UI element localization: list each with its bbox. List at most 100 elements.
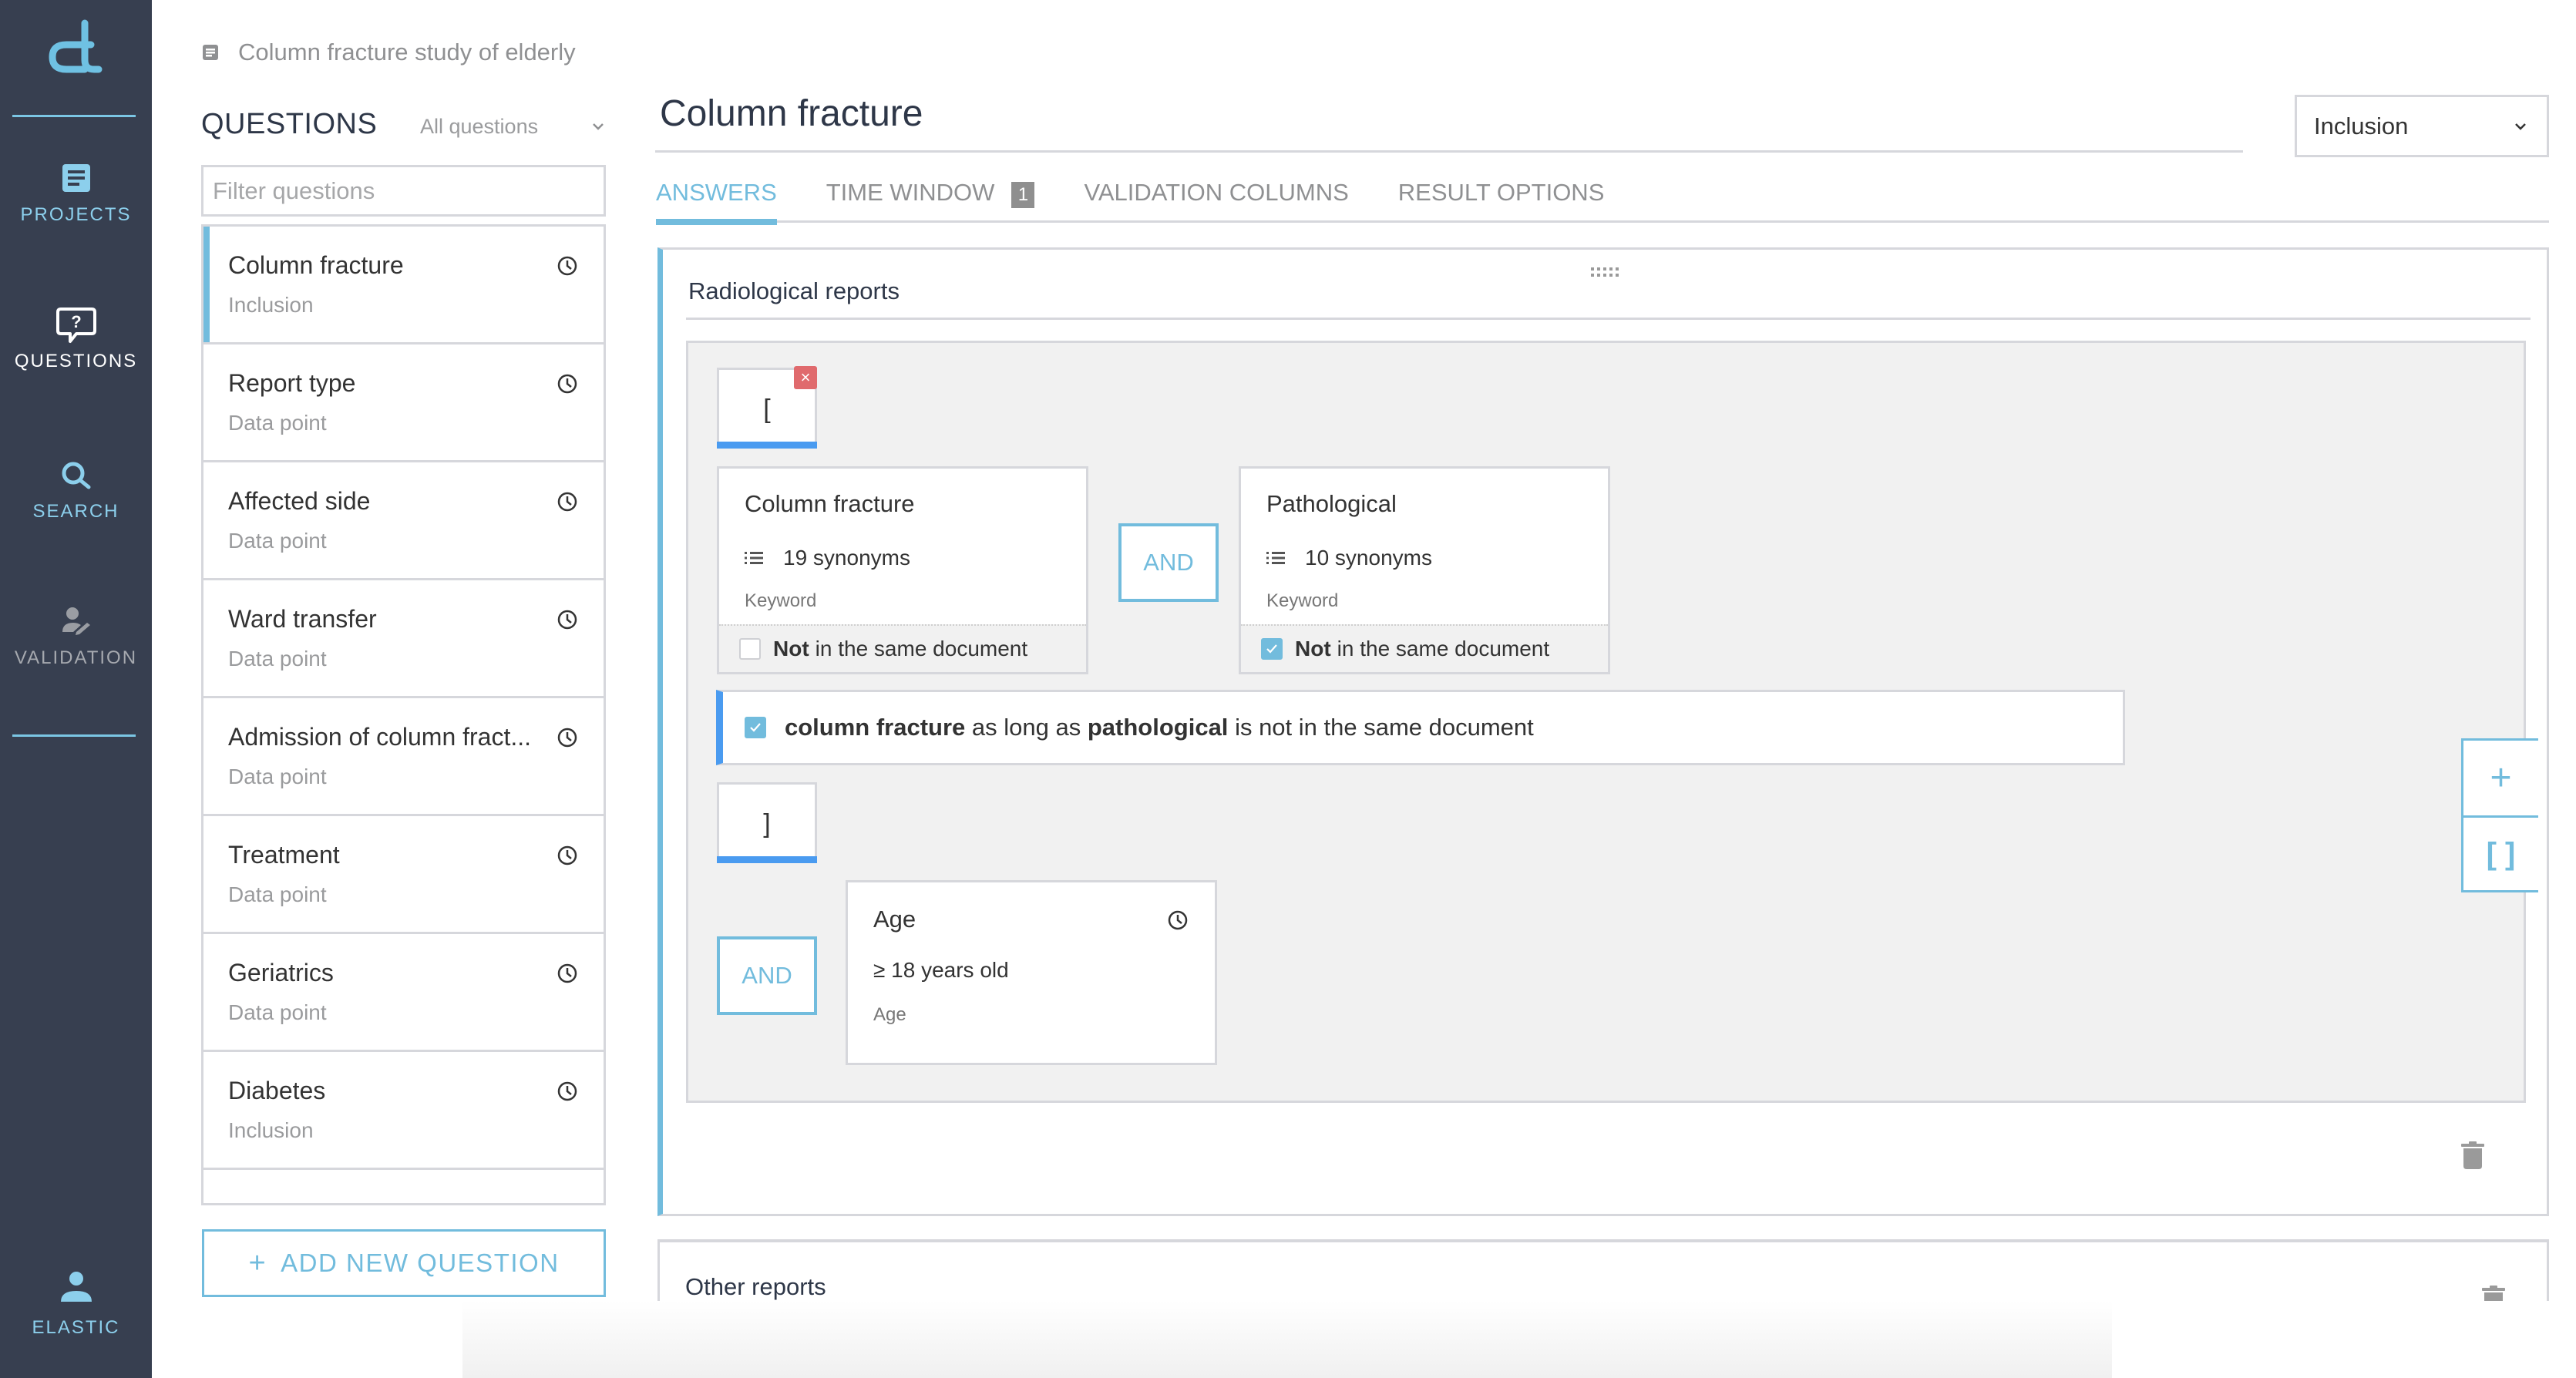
keyword-card[interactable]: Pathological 10 synonyms Keyword Not in … bbox=[1239, 466, 1610, 674]
question-type-value: Inclusion bbox=[2314, 112, 2409, 139]
bottom-fade bbox=[2112, 1301, 2576, 1378]
question-type: Data point bbox=[228, 647, 327, 671]
sidebar-item-label: PROJECTS bbox=[20, 204, 132, 225]
add-new-question-button[interactable]: + ADD NEW QUESTION bbox=[202, 1229, 606, 1297]
question-name: Diabetes bbox=[228, 1077, 326, 1104]
sidebar-user[interactable]: ELASTIC bbox=[0, 1268, 152, 1339]
tab-label: RESULT OPTIONS bbox=[1397, 179, 1605, 206]
search-icon bbox=[62, 462, 90, 489]
sidebar: PROJECTS ? QUESTIONS SEARCH VALIDATION E… bbox=[0, 0, 152, 1378]
not-label: Not bbox=[773, 637, 809, 660]
keyword-type: Keyword bbox=[1266, 590, 1339, 611]
user-label: ELASTIC bbox=[32, 1317, 120, 1338]
answer-card: Radiological reports [ × Column fracture… bbox=[657, 247, 2549, 1216]
clock-icon[interactable] bbox=[556, 608, 579, 631]
question-item[interactable]: Report type Data point bbox=[203, 344, 604, 462]
question-type: Data point bbox=[228, 882, 327, 906]
question-title[interactable]: Column fracture bbox=[660, 92, 923, 135]
clock-icon[interactable] bbox=[556, 254, 579, 277]
sidebar-item-validation[interactable]: VALIDATION bbox=[0, 601, 152, 669]
close-icon[interactable]: × bbox=[794, 366, 817, 389]
question-name: Affected side bbox=[228, 487, 371, 515]
question-item[interactable]: Treatment Data point bbox=[203, 816, 604, 934]
check-icon bbox=[750, 723, 761, 732]
other-card-title[interactable]: Other reports bbox=[685, 1273, 826, 1301]
question-item[interactable]: Ward transfer Data point bbox=[203, 580, 604, 698]
question-name: Column fracture bbox=[228, 251, 404, 279]
add-criterion-button[interactable]: + bbox=[2463, 741, 2538, 815]
answer-card-title[interactable]: Radiological reports bbox=[688, 277, 900, 305]
question-item[interactable]: Affected side Data point bbox=[203, 462, 604, 580]
age-type: Age bbox=[873, 1004, 906, 1025]
tab-time-window[interactable]: TIME WINDOW 1 bbox=[826, 179, 1035, 223]
question-type-select[interactable]: Inclusion bbox=[2295, 95, 2549, 157]
rule-summary-checkbox[interactable] bbox=[745, 717, 766, 738]
sidebar-item-questions[interactable]: ? QUESTIONS bbox=[0, 304, 152, 372]
and-operator-button[interactable]: AND bbox=[1118, 523, 1219, 602]
not-same-document-checkbox[interactable] bbox=[1261, 638, 1283, 660]
question-tabs: ANSWERS TIME WINDOW 1 VALIDATION COLUMNS … bbox=[656, 179, 2549, 225]
bracket-symbol: ] bbox=[763, 808, 771, 839]
rule-summary: column fracture as long as pathological … bbox=[716, 690, 2125, 765]
breadcrumb[interactable]: Column fracture study of elderly bbox=[201, 39, 576, 66]
clock-icon[interactable] bbox=[1166, 909, 1189, 932]
question-type: Inclusion bbox=[228, 1118, 314, 1142]
clock-icon[interactable] bbox=[556, 962, 579, 985]
app-logo[interactable] bbox=[45, 17, 106, 79]
sidebar-item-projects[interactable]: PROJECTS bbox=[0, 158, 152, 226]
not-label-rest: in the same document bbox=[815, 637, 1028, 660]
not-label: Not bbox=[1295, 637, 1331, 660]
plus-icon: + bbox=[2490, 758, 2512, 798]
add-new-question-label: ADD NEW QUESTION bbox=[281, 1249, 560, 1277]
clock-icon[interactable] bbox=[556, 844, 579, 867]
not-same-document-toggle[interactable]: Not in the same document bbox=[719, 624, 1086, 672]
tab-answers[interactable]: ANSWERS bbox=[656, 179, 777, 225]
tab-label: ANSWERS bbox=[656, 179, 777, 206]
sidebar-item-search[interactable]: SEARCH bbox=[0, 455, 152, 523]
plus-icon: + bbox=[248, 1246, 267, 1279]
age-condition: ≥ 18 years old bbox=[873, 958, 1009, 982]
synonyms-link[interactable]: 19 synonyms bbox=[745, 546, 910, 570]
age-criterion-card[interactable]: Age ≥ 18 years old Age bbox=[846, 880, 1217, 1065]
synonyms-link[interactable]: 10 synonyms bbox=[1266, 546, 1432, 570]
questions-list[interactable]: Column fracture Inclusion Report type Da… bbox=[201, 224, 606, 1205]
check-icon bbox=[1266, 644, 1277, 654]
question-name: Ward transfer bbox=[228, 605, 377, 633]
trash-icon[interactable] bbox=[2461, 1141, 2484, 1169]
breadcrumb-project: Column fracture study of elderly bbox=[238, 39, 576, 66]
and-operator-button[interactable]: AND bbox=[717, 936, 817, 1015]
open-bracket[interactable]: [ × bbox=[717, 366, 817, 449]
drag-handle-icon[interactable] bbox=[1589, 265, 1620, 281]
count-badge: 1 bbox=[1011, 182, 1035, 208]
close-bracket[interactable]: ] bbox=[717, 782, 817, 863]
question-item[interactable]: Geriatrics Data point bbox=[203, 934, 604, 1052]
clock-icon[interactable] bbox=[556, 490, 579, 513]
question-item[interactable]: Admission of column fract... Data point bbox=[203, 698, 604, 816]
questions-heading: QUESTIONS bbox=[201, 108, 378, 140]
not-same-document-toggle[interactable]: Not in the same document bbox=[1241, 624, 1608, 672]
list-icon bbox=[1266, 552, 1285, 564]
question-name: Treatment bbox=[228, 841, 340, 869]
svg-text:?: ? bbox=[71, 312, 81, 331]
question-type: Data point bbox=[228, 765, 327, 788]
brackets-icon: [ ] bbox=[2486, 836, 2516, 871]
clock-icon[interactable] bbox=[556, 726, 579, 749]
trash-icon[interactable] bbox=[2482, 1286, 2505, 1301]
sidebar-item-label: VALIDATION bbox=[14, 647, 138, 668]
tab-result-options[interactable]: RESULT OPTIONS bbox=[1398, 179, 1605, 223]
keyword-type: Keyword bbox=[745, 590, 817, 611]
clock-icon[interactable] bbox=[556, 372, 579, 395]
question-item[interactable]: Diabetes Inclusion bbox=[203, 1052, 604, 1170]
add-brackets-button[interactable]: [ ] bbox=[2463, 815, 2538, 890]
question-filter-select[interactable]: All questions bbox=[420, 111, 605, 142]
not-same-document-checkbox[interactable] bbox=[739, 638, 761, 660]
clock-icon[interactable] bbox=[556, 1080, 579, 1103]
sidebar-divider bbox=[12, 734, 136, 737]
tab-label: VALIDATION COLUMNS bbox=[1084, 179, 1349, 206]
summary-connector: as long as bbox=[971, 714, 1081, 741]
filter-questions-input[interactable] bbox=[201, 165, 606, 217]
keyword-card[interactable]: Column fracture 19 synonyms Keyword Not … bbox=[717, 466, 1088, 674]
tab-validation-columns[interactable]: VALIDATION COLUMNS bbox=[1084, 179, 1348, 223]
question-item[interactable]: Column fracture Inclusion bbox=[203, 227, 604, 344]
card-title-divider bbox=[686, 318, 2531, 320]
